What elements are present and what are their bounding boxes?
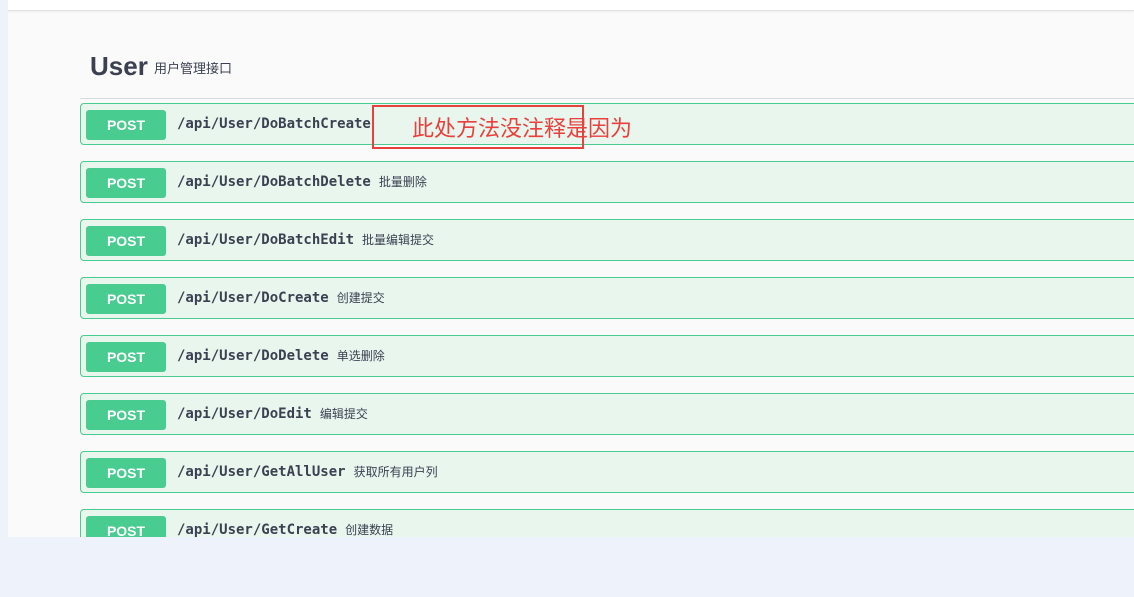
operation-do-batch-edit[interactable]: POST /api/User/DoBatchEdit 批量编辑提交: [80, 219, 1134, 261]
operation-path: /api/User/DoDelete: [177, 348, 329, 364]
method-badge: POST: [86, 516, 166, 537]
method-badge: POST: [86, 168, 166, 198]
operation-get-all-user[interactable]: POST /api/User/GetAllUser 获取所有用户列: [80, 451, 1134, 493]
operation-path: /api/User/DoBatchDelete: [177, 174, 371, 190]
method-badge: POST: [86, 110, 166, 140]
operation-summary: 编辑提交: [319, 407, 368, 421]
operation-path: /api/User/DoBatchEdit: [177, 232, 355, 248]
top-bar: [8, 0, 1134, 11]
operation-path: /api/User/DoEdit: [177, 406, 312, 422]
operation-summary: 获取所有用户列: [353, 465, 438, 479]
method-badge: POST: [86, 458, 166, 488]
tag-description: 用户管理接口: [154, 62, 233, 77]
operation-path: /api/User/DoBatchCreate: [177, 116, 371, 132]
operation-summary: 创建数据: [345, 523, 394, 537]
operation-do-edit[interactable]: POST /api/User/DoEdit 编辑提交: [80, 393, 1134, 435]
operation-summary: 创建提交: [336, 291, 385, 305]
operation-do-create[interactable]: POST /api/User/DoCreate 创建提交: [80, 277, 1134, 319]
operation-summary: 批量编辑提交: [362, 233, 435, 247]
operation-do-batch-delete[interactable]: POST /api/User/DoBatchDelete 批量删除: [80, 161, 1134, 203]
operation-summary: 批量删除: [378, 175, 427, 189]
operation-summary: 单选删除: [336, 349, 385, 363]
operation-path: /api/User/DoCreate: [177, 290, 329, 306]
method-badge: POST: [86, 226, 166, 256]
annotation-note: 此处方法没注释是因为: [412, 117, 633, 142]
method-badge: POST: [86, 284, 166, 314]
method-badge: POST: [86, 400, 166, 430]
operation-path: /api/User/GetCreate: [177, 522, 338, 537]
method-badge: POST: [86, 342, 166, 372]
operation-do-delete[interactable]: POST /api/User/DoDelete 单选删除: [80, 335, 1134, 377]
tag-section-header[interactable]: User 用户管理接口: [80, 48, 1134, 99]
tag-title: User: [90, 51, 148, 81]
swagger-panel: User 用户管理接口 POST /api/User/DoBatchCreate…: [8, 0, 1134, 537]
operation-path: /api/User/GetAllUser: [177, 464, 346, 480]
operation-get-create[interactable]: POST /api/User/GetCreate 创建数据: [80, 509, 1134, 537]
